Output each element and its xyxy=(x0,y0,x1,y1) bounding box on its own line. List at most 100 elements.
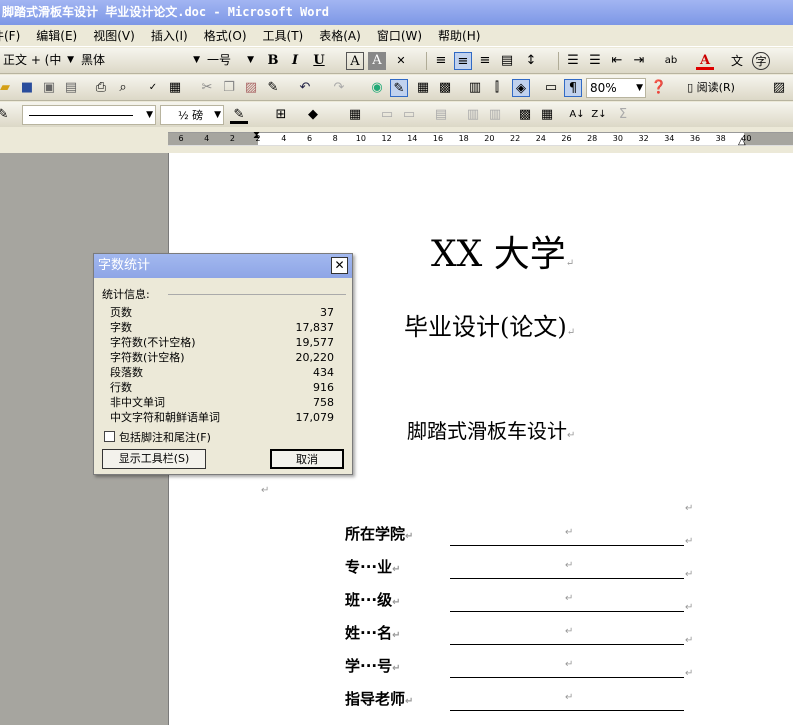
border-color-icon[interactable]: ✎ xyxy=(230,106,248,124)
field-underline[interactable] xyxy=(450,710,684,711)
line-spacing-icon[interactable]: ↕ xyxy=(522,52,540,70)
increase-indent-icon[interactable]: ⇥ xyxy=(630,52,648,70)
drawing-icon[interactable]: ⫿ xyxy=(488,79,506,97)
read-button[interactable]: ▯ 阅读(R) xyxy=(678,78,744,98)
include-footnotes-checkbox[interactable] xyxy=(104,431,115,442)
print-preview-icon[interactable]: ⌕ xyxy=(114,79,132,97)
align-right-icon[interactable]: ≡ xyxy=(476,52,494,70)
font-combo[interactable]: 黑体 ▼ xyxy=(78,51,202,71)
font-size-combo[interactable]: 一号 ▼ xyxy=(204,51,256,71)
dialog-title-bar[interactable]: 字数统计 ✕ xyxy=(94,254,352,278)
menu-window[interactable]: 窗口(W) xyxy=(369,25,430,47)
table-autoformat-icon[interactable]: ▩ xyxy=(516,106,534,124)
field-underline[interactable] xyxy=(450,644,684,645)
cancel-button[interactable]: 取消 xyxy=(270,449,344,469)
field-underline[interactable] xyxy=(450,611,684,612)
email-icon[interactable]: ▤ xyxy=(62,79,80,97)
highlight-icon[interactable]: ab xyxy=(662,52,680,70)
print-icon[interactable]: ⎙ xyxy=(92,79,110,97)
menu-format[interactable]: 格式(O) xyxy=(196,25,255,47)
include-footnotes-label[interactable]: 包括脚注和尾注(F) xyxy=(119,429,211,445)
line-style-combo[interactable]: ▼ xyxy=(22,105,156,125)
menu-table[interactable]: 表格(A) xyxy=(311,25,369,47)
hyperlink-icon[interactable]: ◉ xyxy=(368,79,386,97)
numbering-icon[interactable]: ☰ xyxy=(564,52,582,70)
autosum-icon[interactable]: Σ xyxy=(614,106,632,124)
menu-edit[interactable]: 编辑(E) xyxy=(28,25,85,47)
distribute-columns-icon[interactable]: ▥ xyxy=(486,106,504,124)
insert-table-icon[interactable]: ▦ xyxy=(414,79,432,97)
insert-table-icon[interactable]: ▦ xyxy=(346,106,364,124)
sort-ascending-icon[interactable]: A↓ xyxy=(568,106,586,124)
underline-icon[interactable]: U xyxy=(310,52,328,70)
ruler-tick-label: 6 xyxy=(178,134,184,143)
show-hide-icon[interactable]: ¶ xyxy=(564,79,582,97)
field-label: 班···级↵ xyxy=(345,591,401,609)
draw-table-icon[interactable]: ✎ xyxy=(0,106,12,124)
distribute-rows-icon[interactable]: ▥ xyxy=(464,106,482,124)
save-icon[interactable]: ■ xyxy=(18,79,36,97)
char-scale-icon[interactable]: ✕ xyxy=(392,52,410,70)
field-underline[interactable] xyxy=(450,578,684,579)
insert-excel-icon[interactable]: ▩ xyxy=(436,79,454,97)
field-underline[interactable] xyxy=(450,545,684,546)
style-combo[interactable]: 正文 + (中 ▼ xyxy=(0,51,76,71)
help-icon[interactable]: ❓ xyxy=(650,79,668,97)
columns-icon[interactable]: ▥ xyxy=(466,79,484,97)
menu-tools[interactable]: 工具(T) xyxy=(255,25,312,47)
cut-icon[interactable]: ✂ xyxy=(198,79,216,97)
phonetic-guide-icon[interactable]: 文 xyxy=(728,52,746,70)
merge-cells-icon[interactable]: ▭ xyxy=(378,106,396,124)
decrease-indent-icon[interactable]: ⇤ xyxy=(608,52,626,70)
split-cells-icon[interactable]: ▭ xyxy=(400,106,418,124)
sort-descending-icon[interactable]: Z↓ xyxy=(590,106,608,124)
borders-icon[interactable]: ⊞ xyxy=(272,106,290,124)
align-cell-icon[interactable]: ▤ xyxy=(432,106,450,124)
menu-help[interactable]: 帮助(H) xyxy=(430,25,488,47)
paste-icon[interactable]: ▨ xyxy=(242,79,260,97)
picture-icon[interactable]: ▨ xyxy=(770,79,788,97)
undo-icon[interactable]: ↶ xyxy=(296,79,314,97)
bullets-icon[interactable]: ☰ xyxy=(586,52,604,70)
permission-icon[interactable]: ▣ xyxy=(40,79,58,97)
char-shading-icon[interactable]: A xyxy=(368,52,386,70)
research-icon[interactable]: ▦ xyxy=(166,79,184,97)
distributed-align-icon[interactable]: ▤ xyxy=(498,52,516,70)
tables-borders-icon[interactable]: ✎ xyxy=(390,79,408,97)
first-line-indent-marker[interactable]: ⧗ xyxy=(253,130,260,141)
font-color-icon[interactable]: A xyxy=(696,52,714,70)
show-toolbar-button[interactable]: 显示工具栏(S) xyxy=(102,449,206,469)
stat-label: 非中文单词 xyxy=(110,396,165,409)
spelling-icon[interactable]: ✓ xyxy=(144,79,162,97)
zoom-combo[interactable]: 80% ▼ xyxy=(586,78,646,98)
enclose-characters-icon[interactable]: 字 xyxy=(752,52,770,70)
project-title: 脚踏式滑板车设计↵ xyxy=(407,415,575,444)
shading-color-icon[interactable]: ◆ xyxy=(304,106,322,124)
copy-icon[interactable]: ❐ xyxy=(220,79,238,97)
university-text: XX 大学 xyxy=(431,234,566,275)
document-map-icon[interactable]: ◈ xyxy=(512,79,530,97)
stat-label: 段落数 xyxy=(110,366,143,379)
line-weight-combo[interactable]: ½ 磅 ▼ xyxy=(160,105,224,125)
menu-file[interactable]: 文件(F) xyxy=(0,25,28,47)
right-indent-marker[interactable]: △ xyxy=(738,136,746,147)
autofit-icon[interactable]: ▦ xyxy=(538,106,556,124)
horizontal-ruler[interactable]: 6 4 2 2 4 6 8 10 12 14 16 18 20 22 24 26 28 30 32 34 36 38 40 … xyxy=(0,127,793,153)
char-border-icon[interactable]: A xyxy=(346,52,364,70)
format-painter-icon[interactable]: ✎ xyxy=(264,79,282,97)
paragraph-mark: ↵ xyxy=(565,626,574,637)
open-icon[interactable]: ▰ xyxy=(0,79,14,97)
italic-icon[interactable]: I xyxy=(286,52,304,70)
menu-insert[interactable]: 插入(I) xyxy=(143,25,196,47)
align-justify-icon[interactable]: ≡ xyxy=(432,52,450,70)
menu-view[interactable]: 视图(V) xyxy=(85,25,143,47)
stat-row-words: 字数 17,837 xyxy=(110,320,334,335)
ruler-tick-label: 24 xyxy=(535,134,546,143)
thumbnails-icon[interactable]: ▭ xyxy=(542,79,560,97)
bold-icon[interactable]: B xyxy=(264,52,282,70)
align-center-icon[interactable]: ≡ xyxy=(454,52,472,70)
line-style-sample xyxy=(29,115,133,116)
close-icon[interactable]: ✕ xyxy=(331,257,348,274)
redo-icon[interactable]: ↷ xyxy=(330,79,348,97)
field-underline[interactable] xyxy=(450,677,684,678)
